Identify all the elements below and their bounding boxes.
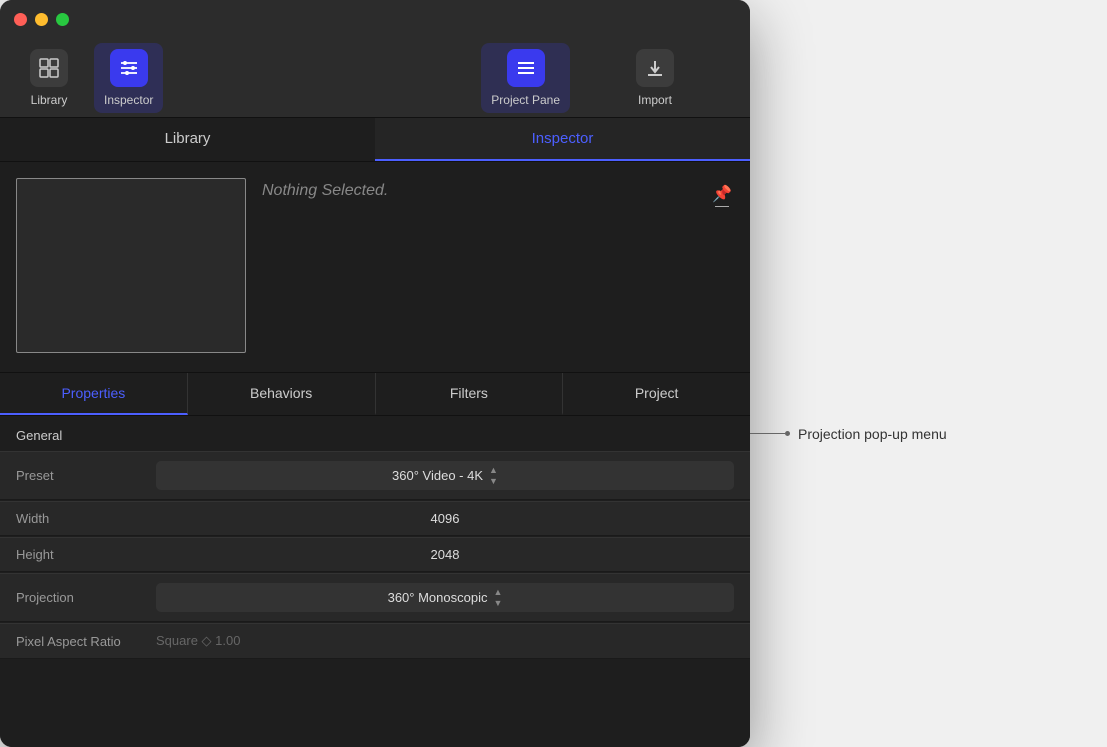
projection-value: 360° Monoscopic bbox=[388, 590, 488, 605]
width-label: Width bbox=[16, 511, 156, 526]
preview-thumbnail bbox=[16, 178, 246, 353]
traffic-lights bbox=[14, 13, 69, 26]
height-label: Height bbox=[16, 547, 156, 562]
project-pane-toolbar-label: Project Pane bbox=[491, 93, 560, 107]
inspector-toolbar-button[interactable]: Inspector bbox=[94, 43, 163, 113]
properties-panel: General Preset 360° Video - 4K ▲ ▼ Width… bbox=[0, 416, 750, 747]
preset-label: Preset bbox=[16, 468, 156, 483]
tab-behaviors[interactable]: Behaviors bbox=[188, 373, 376, 415]
pin-button[interactable]: 📌 bbox=[710, 182, 734, 209]
preview-area: Nothing Selected. 📌 bbox=[0, 162, 750, 372]
annotation-dot bbox=[785, 431, 790, 436]
minimize-button[interactable] bbox=[35, 13, 48, 26]
app-window: Library Inspector bbox=[0, 0, 750, 747]
annotation-line bbox=[750, 433, 785, 434]
annotation-wrapper: Projection pop-up menu bbox=[750, 426, 947, 442]
preset-row: Preset 360° Video - 4K ▲ ▼ bbox=[0, 451, 750, 500]
library-toolbar-button[interactable]: Library bbox=[20, 43, 78, 113]
tab-project[interactable]: Project bbox=[563, 373, 750, 415]
tab-filters[interactable]: Filters bbox=[376, 373, 564, 415]
inspector-toolbar-label: Inspector bbox=[104, 93, 153, 107]
preset-value: 360° Video - 4K bbox=[392, 468, 483, 483]
height-value: 2048 bbox=[156, 547, 734, 562]
projection-row: Projection 360° Monoscopic ▲ ▼ bbox=[0, 573, 750, 622]
import-icon bbox=[636, 49, 674, 87]
nothing-selected-text: Nothing Selected. bbox=[262, 182, 388, 200]
width-value: 4096 bbox=[156, 511, 734, 526]
general-section-header: General bbox=[0, 416, 750, 451]
library-toolbar-label: Library bbox=[31, 93, 68, 107]
tab-library[interactable]: Library bbox=[0, 118, 375, 161]
pin-underline bbox=[715, 206, 729, 207]
pixel-aspect-ratio-value: Square ◇ 1.00 bbox=[156, 633, 240, 649]
sub-tab-bar: Properties Behaviors Filters Project bbox=[0, 372, 750, 416]
tab-properties[interactable]: Properties bbox=[0, 373, 188, 415]
pixel-aspect-ratio-row: Pixel Aspect Ratio Square ◇ 1.00 bbox=[0, 623, 750, 659]
tab-inspector[interactable]: Inspector bbox=[375, 118, 750, 161]
import-toolbar-button[interactable]: Import bbox=[626, 43, 684, 113]
toolbar: Library Inspector bbox=[0, 38, 750, 118]
preset-select[interactable]: 360° Video - 4K ▲ ▼ bbox=[156, 461, 734, 490]
project-pane-icon bbox=[507, 49, 545, 87]
height-row: Height 2048 bbox=[0, 537, 750, 572]
main-tab-bar: Library Inspector bbox=[0, 118, 750, 162]
close-button[interactable] bbox=[14, 13, 27, 26]
projection-chevron-icon: ▲ ▼ bbox=[493, 587, 502, 608]
inspector-icon bbox=[110, 49, 148, 87]
width-row: Width 4096 bbox=[0, 501, 750, 536]
annotation-area: Projection pop-up menu bbox=[750, 0, 770, 747]
library-icon bbox=[30, 49, 68, 87]
import-toolbar-label: Import bbox=[638, 93, 672, 107]
projection-select[interactable]: 360° Monoscopic ▲ ▼ bbox=[156, 583, 734, 612]
pixel-aspect-ratio-label: Pixel Aspect Ratio bbox=[16, 634, 156, 649]
pin-icon: 📌 bbox=[712, 184, 732, 204]
annotation-text: Projection pop-up menu bbox=[798, 426, 947, 442]
maximize-button[interactable] bbox=[56, 13, 69, 26]
projection-label: Projection bbox=[16, 590, 156, 605]
project-pane-toolbar-button[interactable]: Project Pane bbox=[481, 43, 570, 113]
title-bar bbox=[0, 0, 750, 38]
preview-info: Nothing Selected. 📌 bbox=[262, 178, 734, 213]
preset-chevron-icon: ▲ ▼ bbox=[489, 465, 498, 486]
